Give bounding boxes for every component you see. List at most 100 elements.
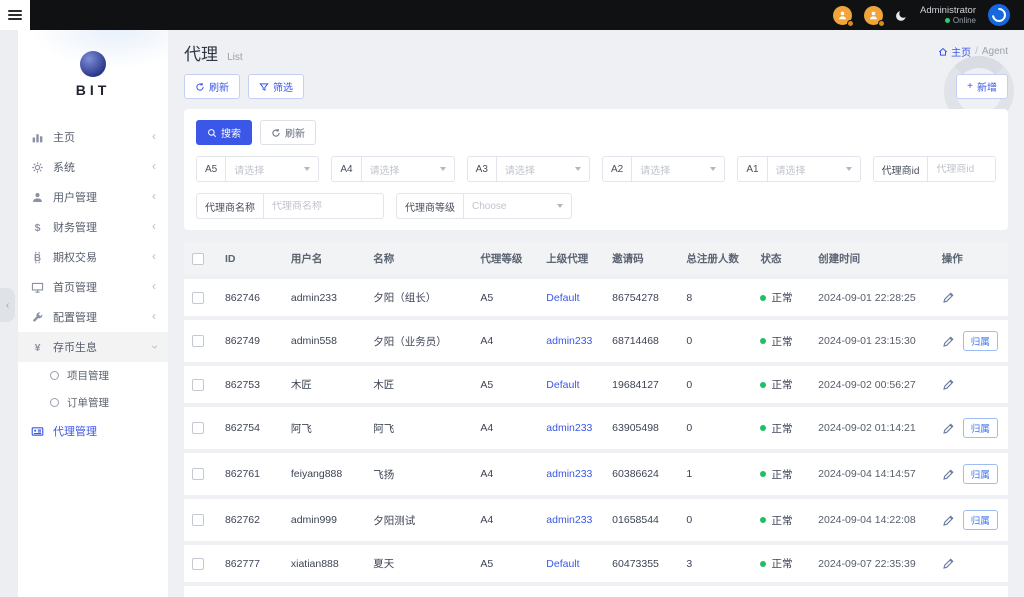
cell-id: 862754 (216, 407, 283, 449)
row-checkbox[interactable] (192, 335, 204, 348)
cell-name: 夕阳（业务员） (365, 320, 473, 362)
sidebar-item-home[interactable]: 主页 ‹ (18, 122, 168, 152)
edit-button[interactable] (942, 378, 955, 391)
sidebar-item-label: 代理管理 (53, 426, 97, 438)
refresh-icon (271, 128, 281, 138)
row-checkbox[interactable] (192, 514, 204, 527)
edit-button[interactable] (942, 557, 955, 570)
select-placeholder: 请选择 (234, 165, 265, 177)
cell-register-count: 0 (678, 407, 753, 449)
assign-button[interactable]: 归属 (962, 418, 998, 438)
column-header: 状态 (752, 242, 811, 275)
select-placeholder: 请选择 (369, 165, 400, 177)
add-button[interactable]: + 新增 (956, 74, 1008, 99)
status-dot-icon (760, 381, 767, 388)
agent-id-input[interactable] (936, 163, 987, 175)
search-button[interactable]: 搜索 (196, 120, 252, 145)
chevron-icon: ‹ (152, 159, 156, 173)
filter-select-control[interactable]: 请选择 (225, 156, 320, 182)
edit-button[interactable] (942, 335, 955, 348)
cell-created-time: 2024-09-01 23:15:30 (810, 320, 934, 362)
page-title-block: 代理 List (184, 40, 243, 65)
sidebar-item-options[interactable]: B 期权交易 ‹ (18, 242, 168, 272)
parent-agent-link[interactable]: Default (546, 379, 579, 391)
page-subtitle: List (227, 52, 243, 63)
row-checkbox[interactable] (192, 291, 204, 304)
filter-select-control[interactable]: 请选择 (360, 156, 455, 182)
row-checkbox[interactable] (192, 378, 204, 391)
coin-badge-icon-1[interactable] (833, 5, 855, 27)
table-row: 862749 admin558 夕阳（业务员） A4 admin233 68714468 0… (184, 320, 1008, 362)
plus-icon: + (967, 81, 973, 92)
status-badge: 正常 (760, 334, 802, 349)
parent-agent-link[interactable]: Default (546, 292, 579, 304)
coin-badge-icon-2[interactable] (864, 5, 886, 27)
row-checkbox[interactable] (192, 468, 204, 481)
table-row: 862777 xiatian888 夏天 A5 Default 60473355 3 正常 20… (184, 545, 1008, 582)
filter-card: 搜索 刷新 A5 请选择 A4 请选择 A3 请选择 A2 请选择 A1 请选择 代理商id 代理… (184, 109, 1008, 230)
select-placeholder: 请选择 (504, 165, 535, 177)
status-badge: 正常 (760, 556, 802, 571)
sidebar-item-homepage[interactable]: 首页管理 ‹ (18, 272, 168, 302)
cell-id: 862761 (216, 453, 283, 495)
table-row: 862753 木匠 木匠 A5 Default 19684127 0 正常 2024-09-02… (184, 366, 1008, 403)
breadcrumb-current: Agent (981, 46, 1008, 57)
row-checkbox[interactable] (192, 557, 204, 570)
filter-button[interactable]: 筛选 (248, 74, 304, 99)
parent-agent-link[interactable]: admin233 (546, 335, 592, 347)
filter-select-control[interactable]: 请选择 (766, 156, 861, 182)
sidebar-subitem[interactable]: 订单管理 (18, 389, 168, 416)
column-header: 邀请码 (604, 242, 679, 275)
gear-icon (30, 160, 44, 174)
assign-button[interactable]: 归属 (962, 331, 998, 351)
breadcrumb: 主页 / Agent (938, 44, 1008, 59)
cell-created-time: 2024-09-01 22:28:25 (810, 279, 934, 316)
refresh-button[interactable]: 刷新 (184, 74, 240, 99)
chevron-down-icon (439, 167, 446, 171)
chevron-icon: ‹ (152, 279, 156, 293)
edit-button[interactable] (942, 422, 955, 435)
topbar-left (0, 0, 30, 30)
chevron-down-icon (845, 167, 852, 171)
cell-invite-code: 19684127 (604, 366, 679, 403)
edit-button[interactable] (942, 468, 955, 481)
sidebar-item-config[interactable]: 配置管理 ‹ (18, 302, 168, 332)
sidebar-item-label: 系统 (53, 162, 75, 174)
sidebar-item-system[interactable]: 系统 ‹ (18, 152, 168, 182)
sidebar-subitem[interactable]: 项目管理 (18, 362, 168, 389)
parent-agent-link[interactable]: admin233 (546, 468, 592, 480)
agent-level-select[interactable]: Choose (463, 193, 572, 219)
cell-created-time: 2024-09-04 14:14:57 (810, 453, 934, 495)
moon-icon[interactable] (895, 9, 908, 22)
bitcoin-icon: B (30, 250, 44, 264)
hamburger-menu-icon[interactable] (8, 8, 22, 22)
cell-invite-code: 68714468 (604, 320, 679, 362)
filter-select-control[interactable]: 请选择 (631, 156, 726, 182)
assign-button[interactable]: 归属 (962, 464, 998, 484)
parent-agent-link[interactable]: admin233 (546, 422, 592, 434)
agent-name-input[interactable] (272, 200, 375, 212)
chevron-icon: ‹ (152, 189, 156, 203)
filter-select-control[interactable]: 请选择 (495, 156, 590, 182)
sidebar-item-users[interactable]: 用户管理 ‹ (18, 182, 168, 212)
breadcrumb-home-link[interactable]: 主页 (938, 44, 971, 59)
sidebar-item-label: 首页管理 (53, 282, 97, 294)
assign-button[interactable]: 归属 (962, 510, 998, 530)
parent-agent-link[interactable]: Default (546, 558, 579, 570)
select-all-checkbox[interactable] (192, 252, 204, 265)
parent-agent-link[interactable]: admin233 (546, 514, 592, 526)
sidebar-item-deposit[interactable]: ¥ 存币生息 ‹ (18, 332, 168, 362)
filter-refresh-button[interactable]: 刷新 (260, 120, 316, 145)
sidebar-item-agent[interactable]: 代理管理 (18, 416, 168, 446)
edit-button[interactable] (942, 291, 955, 304)
admin-profile[interactable]: Administrator Online (920, 5, 976, 26)
row-checkbox[interactable] (192, 422, 204, 435)
brand-area[interactable]: BIT (18, 30, 168, 118)
edit-button[interactable] (942, 514, 955, 527)
brand-logo-icon[interactable] (988, 4, 1010, 26)
status-badge: 正常 (760, 513, 802, 528)
cell-id: 862753 (216, 366, 283, 403)
sidebar-collapse-handle[interactable]: ‹ (0, 288, 15, 322)
sidebar-item-finance[interactable]: $ 财务管理 ‹ (18, 212, 168, 242)
dollar-icon: $ (30, 220, 44, 234)
